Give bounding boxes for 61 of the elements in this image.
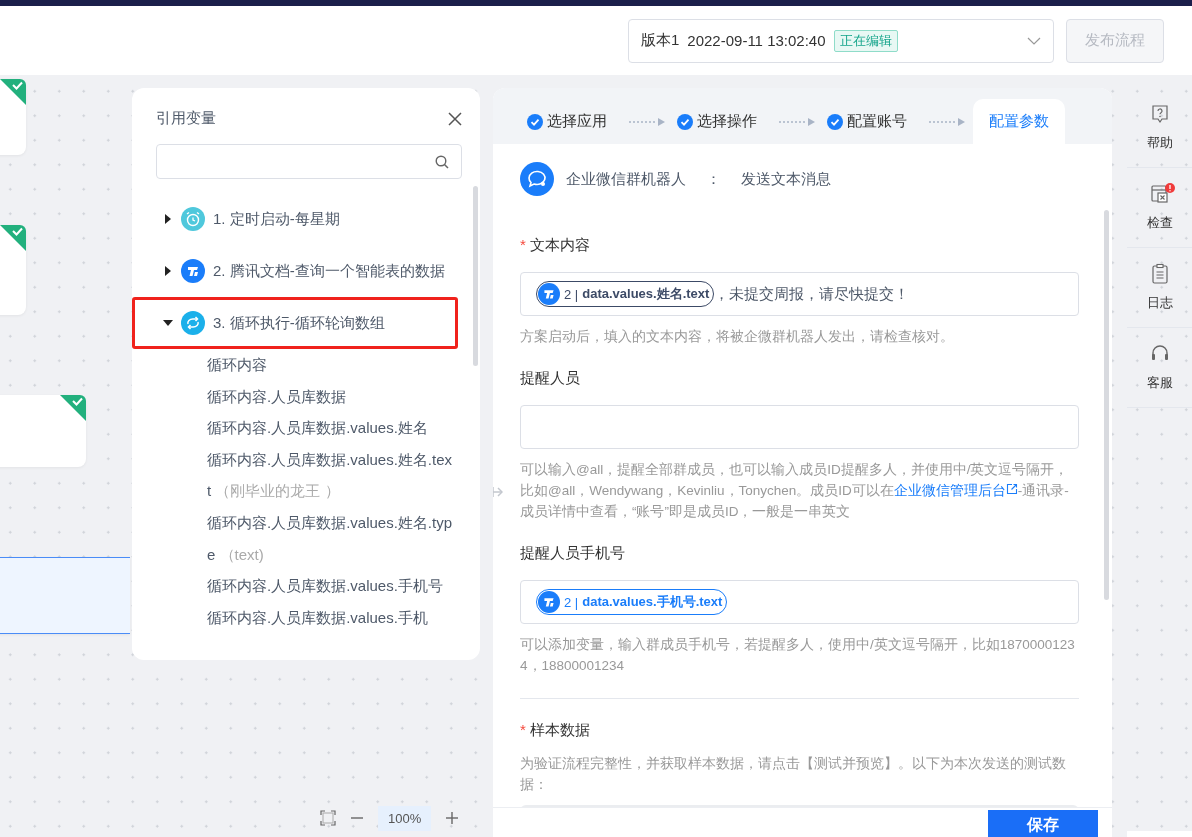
save-button[interactable]: 保存	[988, 810, 1098, 837]
input-field[interactable]: 2 | data.values.手机号.text	[520, 580, 1079, 624]
action-name: 发送文本消息	[741, 169, 831, 189]
variable-item[interactable]: 循环内容.人员库数据.values.姓名.text （刚毕业的龙王 ）	[207, 443, 453, 507]
zoom-level: 100%	[378, 805, 432, 831]
external-link-icon	[1005, 483, 1018, 495]
field-label: * 文本内容	[520, 236, 591, 255]
help-text: 方案启动后，填入的文本内容，将被企微群机器人发出，请检查核对。	[520, 328, 955, 346]
app-name: 企业微信群机器人	[566, 169, 686, 189]
sidebar-button[interactable]: 客服	[1127, 328, 1192, 408]
tree-item[interactable]: 1. 定时启动-每星期	[132, 193, 458, 245]
version-label: 版本1	[641, 31, 680, 50]
field-label: * 样本数据	[520, 721, 591, 740]
checklist-icon	[1148, 183, 1171, 205]
field-label: 提醒人员	[520, 369, 581, 388]
variable-item[interactable]: 循环内容.人员库数据.values.手机号	[207, 570, 453, 602]
scrollbar[interactable]	[1104, 210, 1109, 600]
search-icon	[435, 154, 449, 169]
variable-item[interactable]: 循环内容.人员库数据.values.姓名.type （text)	[207, 506, 453, 571]
variable-item[interactable]: 循环内容	[207, 349, 453, 381]
caret-icon[interactable]	[163, 266, 173, 276]
panel-title: 引用变量	[156, 109, 216, 128]
node-card[interactable]	[0, 395, 86, 467]
caret-icon[interactable]	[163, 318, 173, 328]
input-field[interactable]: 2 | data.values.姓名.text ，未提交周报，请尽快提交！	[520, 272, 1079, 316]
step-tab[interactable]: 选择操作	[677, 99, 767, 144]
status-tag: 正在编辑	[833, 29, 898, 52]
help-text: 可以添加变量，输入群成员手机号，若提醒多人，使用中/英文逗号隔开，比如18700001234，18800001234	[520, 636, 1076, 675]
help-text: 为验证流程完整性，并获取样本数据，请点击【测试并预览】。以下为本次发送的测试数据：	[520, 755, 1067, 794]
document-app-icon	[538, 283, 560, 305]
plus-icon	[445, 811, 460, 825]
dotted-arrow-icon	[629, 118, 665, 126]
separator: ：	[706, 169, 721, 189]
sidebar-button[interactable]: 日志	[1127, 248, 1192, 328]
sidebar-button[interactable]: 检查	[1127, 168, 1192, 248]
variable-item[interactable]: 循环内容.人员库数据	[207, 380, 453, 413]
step-tab[interactable]: 配置账号	[827, 99, 917, 144]
variable-item[interactable]: 循环内容.人员库数据.values.姓名	[207, 412, 453, 444]
version-dropdown[interactable]: 版本1 2022-09-11 13:02:40 正在编辑	[628, 18, 1054, 63]
dotted-arrow-icon	[779, 118, 815, 126]
dotted-arrow-icon	[929, 118, 965, 126]
document-app-icon	[538, 591, 560, 613]
chevron-down-icon	[1027, 36, 1041, 45]
close-icon[interactable]	[448, 111, 462, 126]
sidebar-button[interactable]: 帮助	[1127, 88, 1192, 168]
step-tab[interactable]: 配置参数	[973, 99, 1065, 144]
node-card[interactable]	[0, 557, 130, 634]
highlighted-tree-item[interactable]: 3. 循环执行-循环轮询数组	[132, 297, 458, 349]
tree-item[interactable]: 2. 腾讯文档-查询一个智能表的数据	[132, 245, 458, 297]
input-field[interactable]	[520, 405, 1079, 449]
chat-bubble-icon	[520, 162, 554, 196]
help-text: 可以输入@all，提醒全部群成员，也可以输入成员ID提醒多人，并使用中/英文逗号隔开，比如@all，Wendywang，Kevinliu，Tonychen。成员ID可以在企业微信管理后台 -通讯录-成员详情中查看，“账号”即是成员ID，一般是一串英文	[520, 461, 1070, 521]
variable-item[interactable]: 循环内容.人员库数据.values.手机	[207, 601, 453, 634]
step-tab[interactable]: 选择应用	[527, 99, 617, 144]
field-label: 提醒人员手机号	[520, 544, 626, 563]
version-time: 2022-09-11 13:02:40	[687, 32, 826, 49]
caret-icon[interactable]	[163, 214, 173, 224]
fit-screen-icon	[320, 810, 336, 826]
search-field[interactable]	[156, 144, 462, 179]
scrollbar[interactable]	[473, 186, 478, 366]
admin-link[interactable]: 企业微信管理后台	[893, 483, 1018, 498]
